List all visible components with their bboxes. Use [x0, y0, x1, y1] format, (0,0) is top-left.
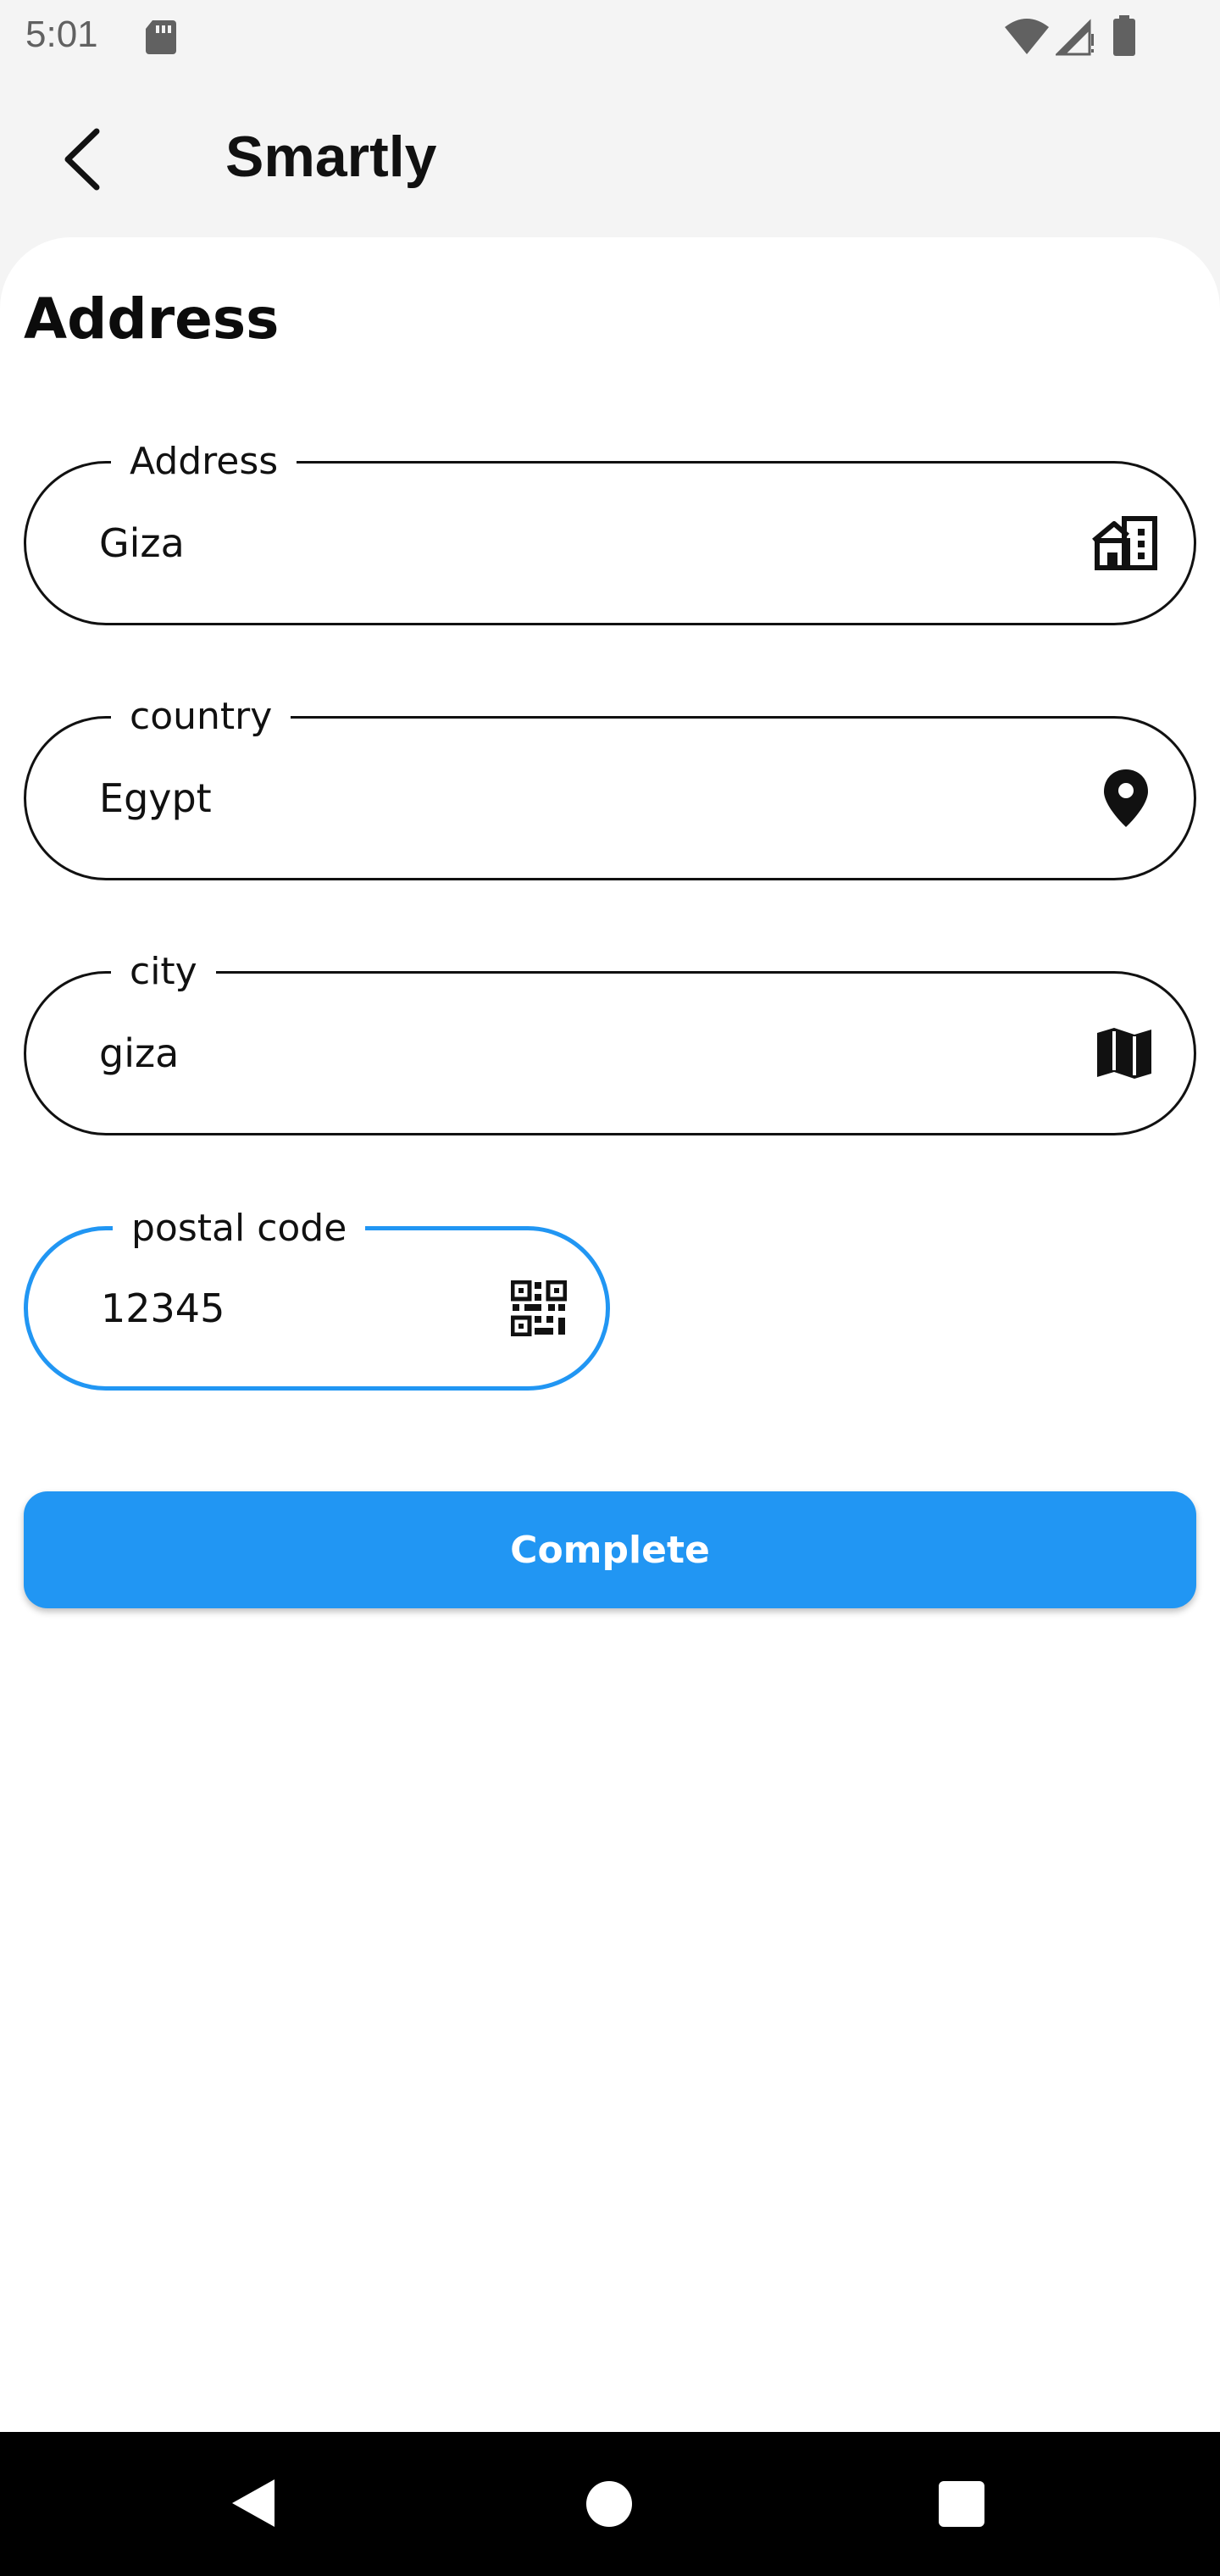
city-input[interactable]: [99, 1030, 917, 1076]
postal-code-input[interactable]: [101, 1285, 419, 1331]
sd-card-icon: [146, 20, 176, 54]
home-building-icon: [1092, 516, 1157, 570]
location-pin-icon: [1104, 769, 1148, 827]
complete-button[interactable]: Complete: [24, 1491, 1196, 1608]
system-nav-bar: [0, 2432, 1220, 2576]
qr-code-icon: [511, 1280, 567, 1336]
status-bar: 5:01: [0, 0, 1220, 71]
arrow-back-icon: [64, 128, 100, 191]
wifi-icon: [1005, 19, 1049, 54]
city-field[interactable]: city: [24, 948, 1196, 1135]
country-field[interactable]: country: [24, 693, 1196, 880]
app-bar: Smartly: [0, 71, 1220, 237]
nav-back-icon[interactable]: [230, 2478, 276, 2529]
city-field-label: city: [111, 948, 216, 996]
map-icon: [1097, 1028, 1151, 1079]
nav-recents-icon[interactable]: [939, 2481, 984, 2527]
signal-icon: [1056, 19, 1094, 56]
address-input[interactable]: [99, 520, 917, 566]
address-field-label: Address: [111, 438, 297, 486]
postal-code-field[interactable]: postal code: [24, 1205, 610, 1391]
status-time: 5:01: [25, 14, 98, 55]
country-input[interactable]: [99, 775, 917, 821]
postal-code-field-label: postal code: [113, 1205, 366, 1252]
section-title: Address: [24, 286, 280, 352]
address-field[interactable]: Address: [24, 438, 1196, 625]
nav-home-icon[interactable]: [586, 2481, 632, 2527]
country-field-label: country: [111, 693, 291, 741]
battery-icon: [1113, 15, 1135, 56]
page-title: Smartly: [225, 125, 437, 189]
back-button[interactable]: [42, 119, 124, 200]
address-form-sheet: Address Address country city: [0, 237, 1220, 2432]
